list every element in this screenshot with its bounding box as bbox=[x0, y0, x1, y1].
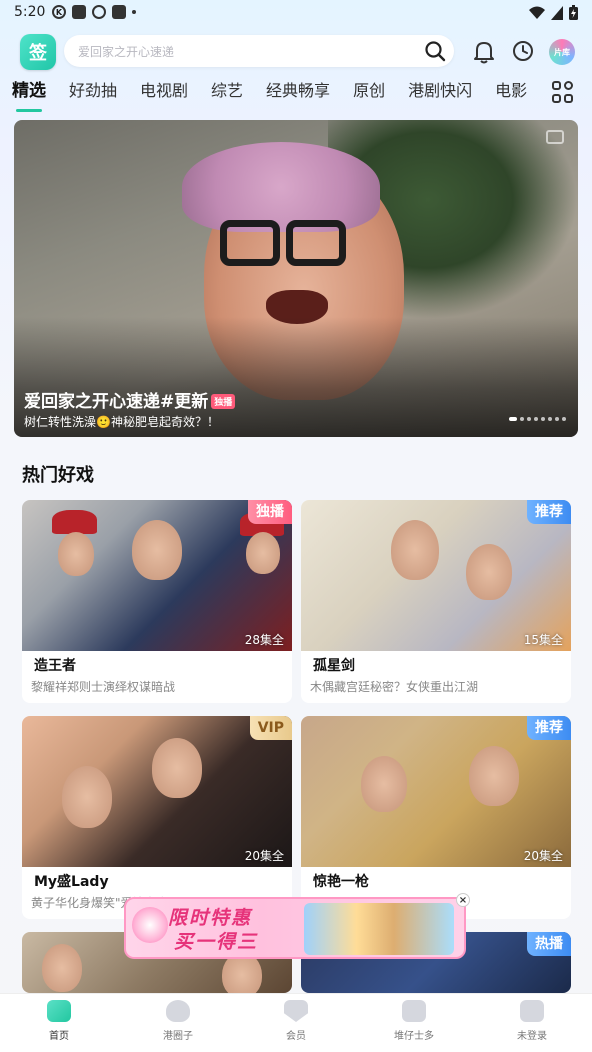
all-categories-grid-icon[interactable] bbox=[552, 81, 574, 103]
promo-line2: 买一得三 bbox=[174, 931, 259, 953]
tab-hk-drama-flash[interactable]: 港剧快闪 bbox=[408, 78, 472, 108]
hot-tag: 热播 bbox=[527, 932, 571, 956]
checkin-logo-button[interactable]: 签 bbox=[20, 34, 56, 70]
status-system-icons bbox=[529, 5, 578, 20]
tab-variety[interactable]: 综艺 bbox=[211, 78, 243, 108]
nav-profile[interactable]: 未登录 bbox=[492, 1000, 572, 1042]
banner-title: 爱回家之开心速递#更新 独播 bbox=[24, 387, 236, 412]
card-tag: 推荐 bbox=[527, 716, 571, 740]
card-title: My盛Lady bbox=[34, 874, 109, 890]
section-title: 热门好戏 bbox=[22, 465, 94, 486]
library-button[interactable]: 片库 bbox=[549, 39, 575, 65]
notification-icon bbox=[72, 5, 86, 19]
tab-tv-series[interactable]: 电视剧 bbox=[140, 78, 188, 108]
bottom-navigation: 首页 港圈子 会员 堆仔士多 未登录 bbox=[0, 993, 592, 1052]
banner-title-text: 爱回家之开心速递#更新 bbox=[24, 392, 209, 412]
promo-close-button[interactable]: × bbox=[456, 893, 470, 907]
card-poster bbox=[22, 716, 292, 867]
nav-community[interactable]: 港圈子 bbox=[138, 1000, 218, 1042]
card-description: 黎耀祥郑则士演绎权谋暗战 bbox=[31, 680, 176, 694]
shower-cap-shape bbox=[182, 142, 380, 232]
nav-label: 港圈子 bbox=[163, 1031, 193, 1042]
tab-movies[interactable]: 电影 bbox=[495, 78, 527, 108]
promo-banner[interactable]: 限时特惠 买一得三 × bbox=[124, 893, 470, 959]
more-dot-icon bbox=[132, 10, 136, 14]
tab-original[interactable]: 原创 bbox=[353, 78, 385, 108]
search-input[interactable]: 爱回家之开心速递 bbox=[64, 35, 454, 67]
community-icon bbox=[166, 1000, 190, 1022]
card-title: 造王者 bbox=[34, 658, 76, 674]
glasses-left-shape bbox=[220, 220, 280, 266]
card-episodes: 28集全 bbox=[244, 633, 284, 647]
alarm-clock-icon bbox=[132, 907, 168, 943]
exclusive-badge: 独播 bbox=[211, 394, 236, 409]
card-title: 孤星剑 bbox=[313, 658, 355, 674]
battery-icon bbox=[569, 5, 578, 20]
video-icon bbox=[546, 130, 564, 144]
banner-subtitle: 树仁转性洗澡🙂神秘肥皂起奇效？！ bbox=[24, 415, 219, 429]
cat-icon bbox=[92, 5, 106, 19]
search-placeholder: 爱回家之开心速递 bbox=[78, 45, 175, 59]
drama-card[interactable]: 独播 28集全 造王者 黎耀祥郑则士演绎权谋暗战 bbox=[22, 500, 292, 703]
k-app-icon: K bbox=[52, 5, 66, 19]
status-notification-icons: K bbox=[52, 5, 136, 19]
category-tabs: 精选 好劲抽 电视剧 综艺 经典畅享 原创 港剧快闪 电影 bbox=[12, 78, 542, 112]
nav-label: 未登录 bbox=[517, 1031, 547, 1042]
nav-vip[interactable]: 会员 bbox=[256, 1000, 336, 1042]
promo-gifts-image bbox=[304, 903, 454, 955]
tab-haojingchou[interactable]: 好劲抽 bbox=[69, 78, 117, 108]
drama-card[interactable]: 推荐 20集全 惊艳一枪 bbox=[301, 716, 571, 919]
nav-label: 会员 bbox=[286, 1031, 306, 1042]
carousel-indicator bbox=[509, 417, 566, 421]
nav-label: 首页 bbox=[49, 1031, 69, 1042]
card-tag: 推荐 bbox=[527, 500, 571, 524]
nav-label: 堆仔士多 bbox=[394, 1031, 434, 1042]
drama-card[interactable]: 推荐 15集全 孤星剑 木偶藏宫廷秘密？女侠重出江湖 bbox=[301, 500, 571, 703]
profile-icon bbox=[520, 1000, 544, 1022]
signal-icon bbox=[551, 5, 563, 20]
tab-featured[interactable]: 精选 bbox=[12, 78, 46, 112]
nav-store[interactable]: 堆仔士多 bbox=[374, 1000, 454, 1042]
status-bar: 5:20 K bbox=[0, 0, 592, 26]
promo-line1: 限时特惠 bbox=[168, 907, 253, 929]
history-clock-icon[interactable] bbox=[512, 40, 534, 62]
header: 签 爱回家之开心速递 片库 bbox=[0, 30, 592, 74]
card-episodes: 20集全 bbox=[244, 849, 284, 863]
glasses-right-shape bbox=[286, 220, 346, 266]
card-tag: 独播 bbox=[248, 500, 292, 524]
card-title: 惊艳一枪 bbox=[313, 874, 369, 890]
nav-home[interactable]: 首页 bbox=[19, 1000, 99, 1042]
status-time: 5:20 bbox=[14, 4, 46, 20]
search-icon[interactable] bbox=[424, 40, 446, 62]
vip-tag: VIP bbox=[249, 716, 292, 740]
notification-icon bbox=[112, 5, 126, 19]
wifi-icon bbox=[529, 6, 545, 19]
store-play-icon bbox=[402, 1000, 426, 1022]
card-description: 木偶藏宫廷秘密？女侠重出江湖 bbox=[310, 680, 479, 694]
tab-classics[interactable]: 经典畅享 bbox=[266, 78, 330, 108]
hero-banner[interactable]: 爱回家之开心速递#更新 独播 树仁转性洗澡🙂神秘肥皂起奇效？！ bbox=[14, 120, 578, 437]
vip-shield-icon bbox=[284, 1000, 308, 1022]
card-episodes: 15集全 bbox=[523, 633, 563, 647]
bell-icon[interactable] bbox=[473, 40, 495, 64]
drama-card[interactable]: VIP 20集全 My盛Lady 黄子华化身爆笑"爱情专家" bbox=[22, 716, 292, 919]
home-icon bbox=[47, 1000, 71, 1022]
card-episodes: 20集全 bbox=[523, 849, 563, 863]
